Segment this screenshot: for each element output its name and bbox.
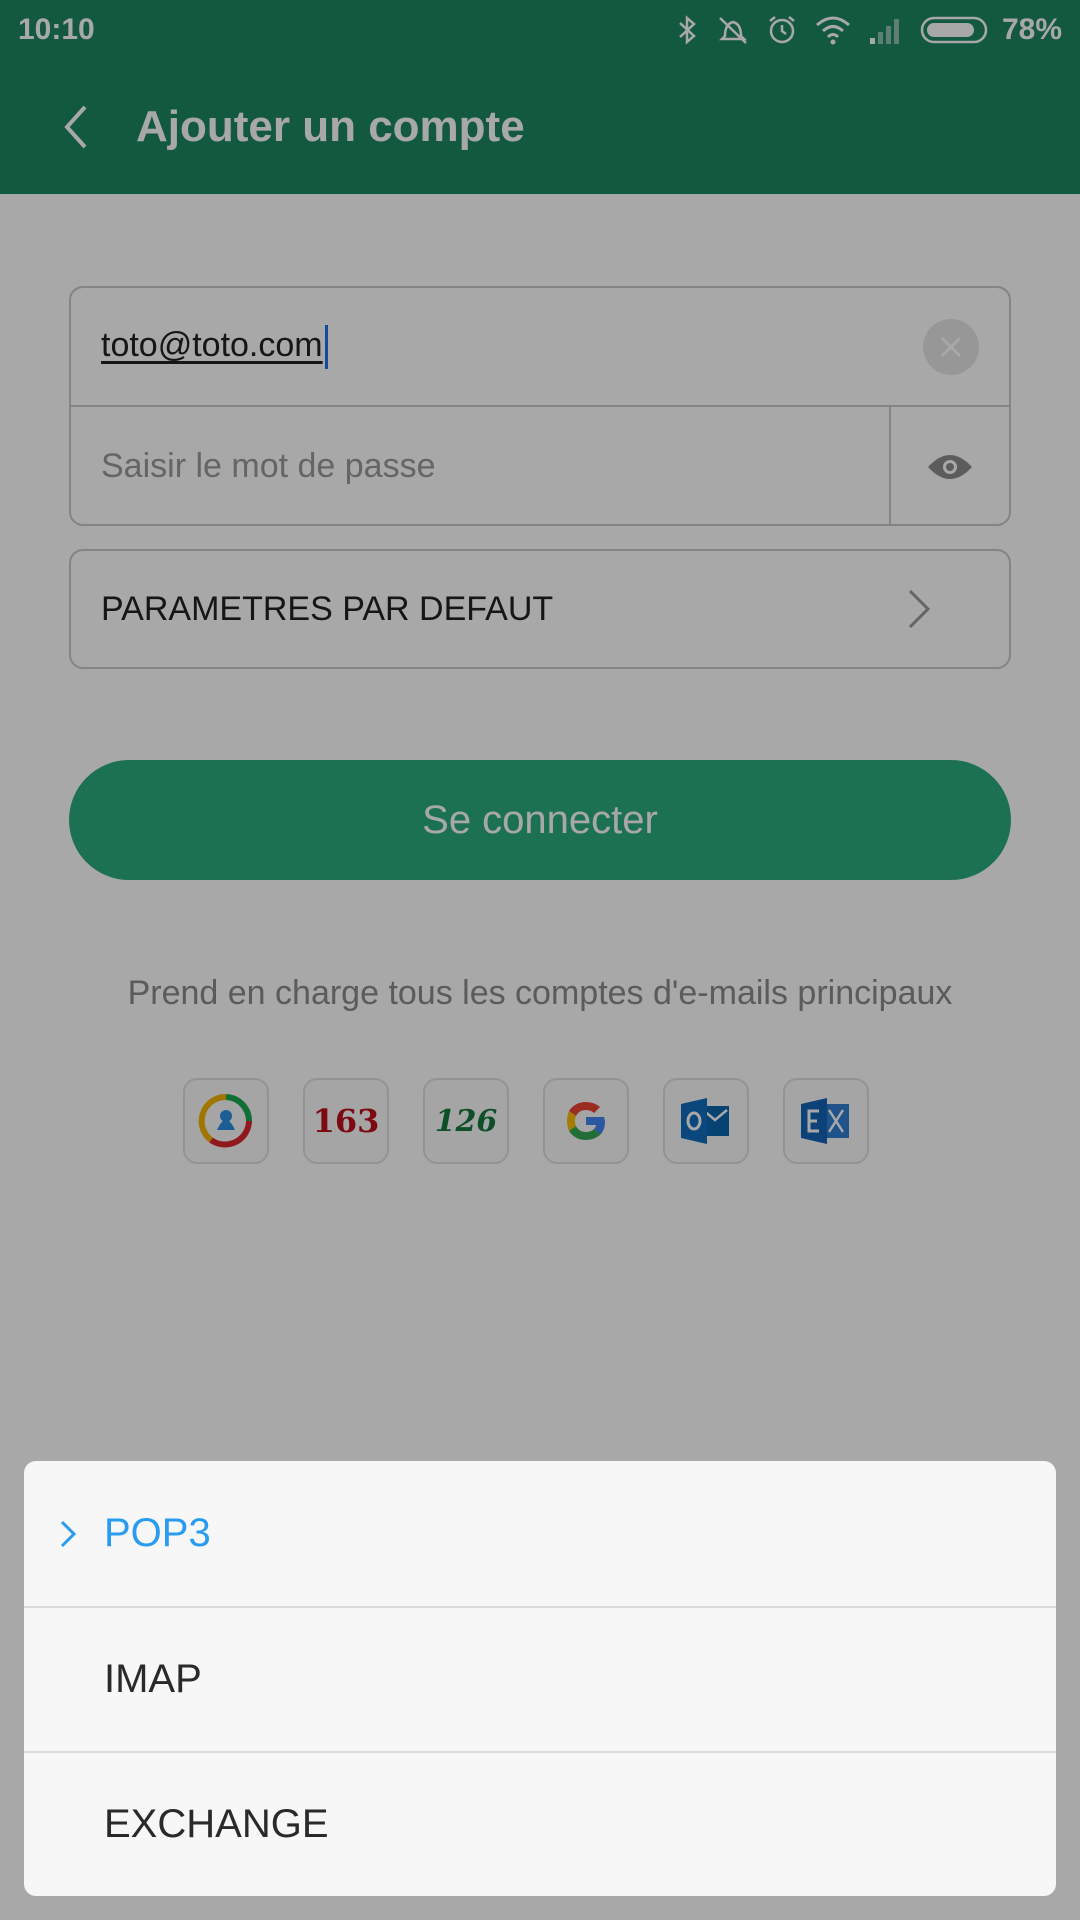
option-pop3[interactable]: POP3 (24, 1461, 1056, 1606)
selected-chevron-icon (58, 1514, 88, 1554)
option-exchange-label: EXCHANGE (104, 1802, 329, 1846)
option-exchange[interactable]: EXCHANGE (24, 1751, 1056, 1896)
option-imap[interactable]: IMAP (24, 1606, 1056, 1751)
account-type-sheet: POP3 IMAP EXCHANGE (24, 1461, 1056, 1896)
option-imap-label: IMAP (104, 1657, 202, 1701)
option-pop3-label: POP3 (104, 1511, 211, 1555)
